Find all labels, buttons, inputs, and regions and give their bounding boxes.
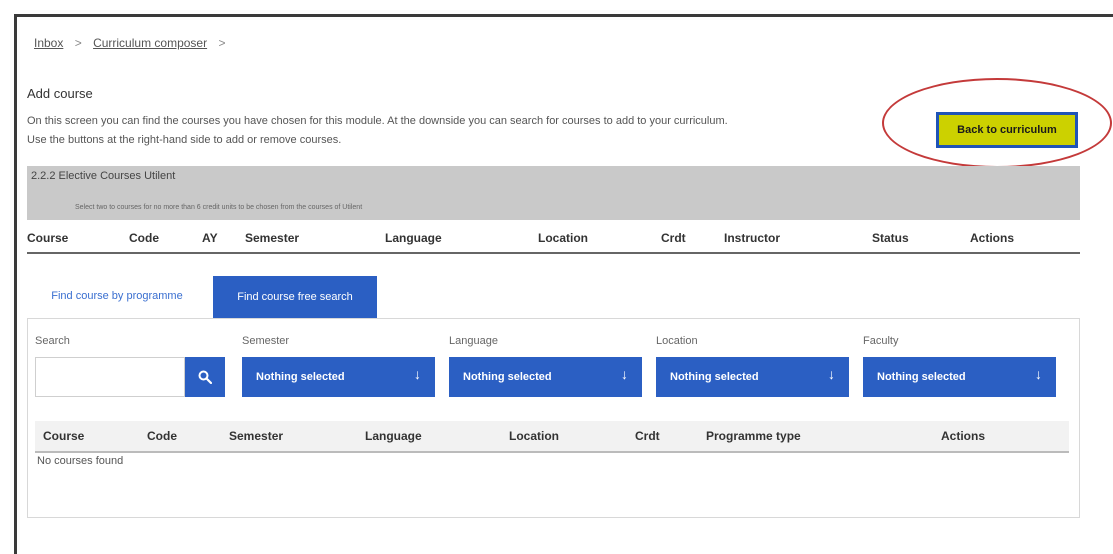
selected-courses-table-header: Course Code AY Semester Language Locatio… [27, 226, 1080, 254]
language-select[interactable]: Nothing selected ↓ [449, 357, 642, 397]
breadcrumb-separator: > [218, 36, 226, 50]
search-panel: Search Semester Nothing selected ↓ Langu… [27, 318, 1080, 518]
no-results-text: No courses found [37, 455, 124, 467]
language-label: Language [449, 335, 498, 347]
tab-free-search[interactable]: Find course free search [213, 276, 377, 318]
breadcrumb-inbox[interactable]: Inbox [34, 36, 63, 50]
page-intro: On this screen you can find the courses … [27, 112, 867, 150]
page-title: Add course [27, 86, 93, 101]
back-to-curriculum-button[interactable]: Back to curriculum [936, 112, 1078, 148]
language-select-value: Nothing selected [463, 371, 552, 383]
breadcrumb: Inbox > Curriculum composer > [34, 36, 233, 50]
column-header: Crdt [661, 231, 686, 245]
column-header: Status [872, 231, 909, 245]
breadcrumb-curriculum-composer[interactable]: Curriculum composer [93, 36, 207, 50]
chevron-down-icon: ↓ [828, 366, 835, 382]
column-header: Course [43, 429, 85, 443]
column-header: AY [202, 231, 218, 245]
faculty-select-value: Nothing selected [877, 371, 966, 383]
column-header: Code [147, 429, 177, 443]
column-header: Code [129, 231, 159, 245]
column-header: Actions [970, 231, 1015, 245]
column-header: Semester [229, 429, 284, 443]
column-header: Programme type [706, 429, 801, 443]
intro-line-2: Use the buttons at the right-hand side t… [27, 134, 342, 146]
results-table-header: Course Code Semester Language Location C… [35, 421, 1069, 453]
column-header: Crdt [635, 429, 660, 443]
search-label: Search [35, 335, 70, 347]
breadcrumb-separator: > [74, 36, 82, 50]
search-icon [198, 370, 212, 384]
location-label: Location [656, 335, 698, 347]
semester-select-value: Nothing selected [256, 371, 345, 383]
column-header: Language [385, 231, 442, 245]
chevron-down-icon: ↓ [414, 366, 421, 382]
search-tabs: Find course by programme Find course fre… [27, 276, 1087, 318]
faculty-label: Faculty [863, 335, 899, 347]
column-header: Location [538, 231, 588, 245]
intro-line-1: On this screen you can find the courses … [27, 115, 728, 127]
module-panel: 2.2.2 Elective Courses Utilent Select tw… [27, 166, 1080, 220]
faculty-select[interactable]: Nothing selected ↓ [863, 357, 1056, 397]
column-header: Semester [245, 231, 300, 245]
module-title: 2.2.2 Elective Courses Utilent [31, 170, 176, 182]
semester-select[interactable]: Nothing selected ↓ [242, 357, 435, 397]
module-note: Select two to courses for no more than 6… [75, 204, 363, 211]
chevron-down-icon: ↓ [621, 366, 628, 382]
search-input[interactable] [35, 357, 185, 397]
column-header: Actions [941, 429, 986, 443]
column-header: Location [509, 429, 559, 443]
chevron-down-icon: ↓ [1035, 366, 1042, 382]
semester-label: Semester [242, 335, 290, 347]
column-header: Instructor [724, 231, 781, 245]
column-header: Course [27, 231, 69, 245]
tab-find-by-programme[interactable]: Find course by programme [27, 276, 207, 316]
location-select[interactable]: Nothing selected ↓ [656, 357, 849, 397]
column-header: Language [365, 429, 422, 443]
location-select-value: Nothing selected [670, 371, 759, 383]
search-button[interactable] [185, 357, 225, 397]
